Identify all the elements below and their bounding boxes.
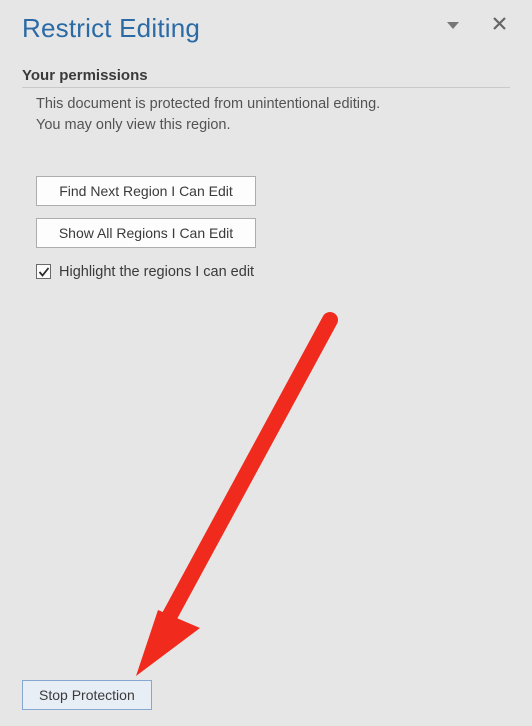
show-all-regions-button[interactable]: Show All Regions I Can Edit <box>36 218 256 248</box>
highlight-regions-label: Highlight the regions I can edit <box>59 264 254 280</box>
close-icon <box>493 17 506 33</box>
pane-header: Restrict Editing <box>22 12 510 57</box>
permissions-controls: Find Next Region I Can Edit Show All Reg… <box>36 176 510 280</box>
highlight-regions-checkbox[interactable] <box>36 264 51 279</box>
pane-options-dropdown[interactable] <box>444 16 462 34</box>
pane-header-controls <box>444 16 508 34</box>
restrict-editing-pane: Restrict Editing Your permissions <box>0 0 532 726</box>
permissions-info-line1: This document is protected from unintent… <box>36 96 380 112</box>
pane-footer: Stop Protection <box>22 680 152 710</box>
permissions-heading: Your permissions <box>22 67 510 84</box>
chevron-down-icon <box>447 18 459 33</box>
highlight-regions-row[interactable]: Highlight the regions I can edit <box>36 264 254 280</box>
close-pane-button[interactable] <box>490 16 508 34</box>
stop-protection-button[interactable]: Stop Protection <box>22 680 152 710</box>
find-next-region-button[interactable]: Find Next Region I Can Edit <box>36 176 256 206</box>
permissions-info: This document is protected from unintent… <box>36 94 496 136</box>
pane-title: Restrict Editing <box>22 12 510 51</box>
check-icon <box>38 266 50 278</box>
section-divider <box>22 87 510 88</box>
permissions-info-line2: You may only view this region. <box>36 117 231 133</box>
